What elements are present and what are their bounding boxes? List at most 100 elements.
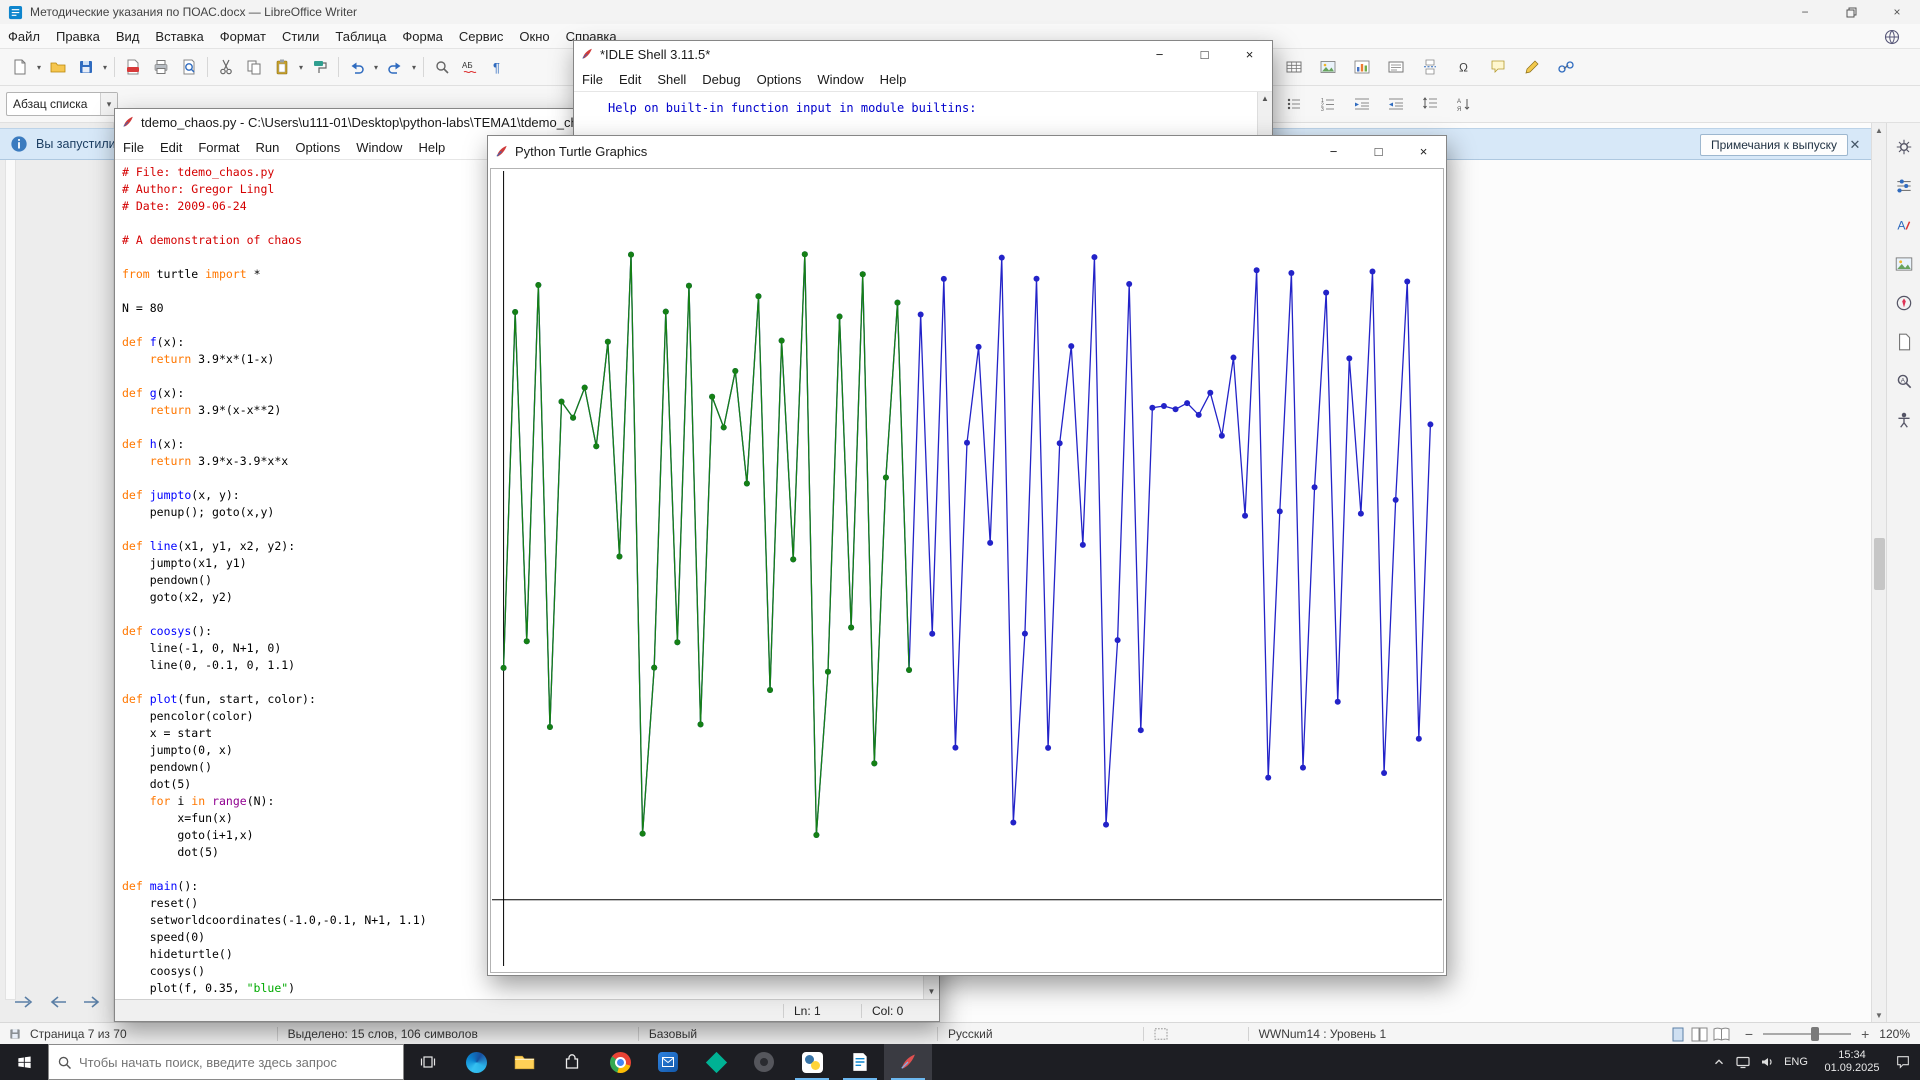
task-view-button[interactable]	[404, 1044, 452, 1080]
insert-comment-icon[interactable]	[1484, 54, 1512, 80]
editor-menu-help[interactable]: Help	[410, 140, 453, 155]
menu-table[interactable]: Таблица	[327, 29, 394, 44]
menu-edit[interactable]: Правка	[48, 29, 108, 44]
status-page-style[interactable]: Базовый	[649, 1027, 697, 1041]
shell-maximize-button[interactable]: □	[1182, 41, 1227, 67]
paste-dropdown[interactable]: ▾	[296, 63, 306, 72]
nav-next-icon[interactable]	[80, 992, 104, 1012]
zoom-slider-thumb[interactable]	[1811, 1026, 1820, 1041]
tray-clock[interactable]: 15:34 01.09.2025	[1821, 1049, 1883, 1075]
open-icon[interactable]	[44, 54, 72, 80]
track-changes-icon[interactable]	[1518, 54, 1546, 80]
insert-chart-icon[interactable]	[1348, 54, 1376, 80]
nav-previous-icon[interactable]	[46, 992, 70, 1012]
action-center-icon[interactable]	[1891, 1054, 1915, 1070]
chrome-icon[interactable]	[596, 1044, 644, 1080]
status-language[interactable]: Русский	[948, 1027, 993, 1041]
edge-icon[interactable]	[452, 1044, 500, 1080]
writer-minimize-button[interactable]: −	[1782, 0, 1828, 24]
page-break-icon[interactable]	[1416, 54, 1444, 80]
styles-icon[interactable]: A	[1892, 213, 1916, 237]
view-single-page-icon[interactable]	[1669, 1026, 1687, 1042]
menu-insert[interactable]: Вставка	[147, 29, 211, 44]
nav-jump-icon[interactable]	[12, 992, 36, 1012]
redo-icon[interactable]	[381, 54, 409, 80]
undo-dropdown[interactable]: ▾	[371, 63, 381, 72]
menu-file[interactable]: Файл	[0, 29, 48, 44]
insert-textbox-icon[interactable]	[1382, 54, 1410, 80]
gallery-icon[interactable]	[1892, 252, 1916, 276]
clone-formatting-icon[interactable]	[306, 54, 334, 80]
sort-icon[interactable]: АЯ	[1450, 91, 1478, 117]
save-icon[interactable]	[72, 54, 100, 80]
insert-symbol-icon[interactable]: Ω	[1450, 54, 1478, 80]
insert-table-icon[interactable]	[1280, 54, 1308, 80]
shell-minimize-button[interactable]: −	[1137, 41, 1182, 67]
writer-scrollbar-thumb[interactable]	[1874, 538, 1885, 590]
release-notes-button[interactable]: Примечания к выпуску	[1700, 134, 1848, 156]
menu-view[interactable]: Вид	[108, 29, 148, 44]
editor-menu-options[interactable]: Options	[287, 140, 348, 155]
idle-icon[interactable]	[788, 1044, 836, 1080]
turtle-maximize-button[interactable]: □	[1356, 136, 1401, 167]
copy-icon[interactable]	[240, 54, 268, 80]
editor-scroll-down-icon[interactable]: ▼	[924, 984, 939, 999]
shell-menu-debug[interactable]: Debug	[694, 72, 748, 87]
paragraph-style-combo[interactable]: Абзац списка ▾	[6, 92, 118, 116]
new-document-icon[interactable]	[6, 54, 34, 80]
formatting-marks-icon[interactable]: ¶	[484, 54, 512, 80]
print-icon[interactable]	[147, 54, 175, 80]
zoom-slider[interactable]	[1763, 1026, 1852, 1041]
globe-icon[interactable]	[1884, 29, 1900, 48]
editor-menu-run[interactable]: Run	[248, 140, 288, 155]
save-dropdown[interactable]: ▾	[100, 63, 110, 72]
scroll-down-icon[interactable]: ▼	[1872, 1008, 1886, 1022]
numbered-list-icon[interactable]: 123	[1314, 91, 1342, 117]
export-pdf-icon[interactable]	[119, 54, 147, 80]
writer-close-button[interactable]: ×	[1874, 0, 1920, 24]
shell-close-button[interactable]: ×	[1227, 41, 1272, 67]
turtle-titlebar[interactable]: Python Turtle Graphics − □ ×	[488, 136, 1446, 167]
start-button[interactable]	[0, 1044, 48, 1080]
menu-window[interactable]: Окно	[511, 29, 557, 44]
style-inspector-icon[interactable]: A	[1892, 369, 1916, 393]
turtle-minimize-button[interactable]: −	[1311, 136, 1356, 167]
increase-indent-icon[interactable]	[1348, 91, 1376, 117]
store-icon[interactable]	[548, 1044, 596, 1080]
line-spacing-icon[interactable]	[1416, 91, 1444, 117]
insert-image-icon[interactable]	[1314, 54, 1342, 80]
writer-taskbar-icon[interactable]	[836, 1044, 884, 1080]
volume-icon[interactable]	[1755, 1054, 1779, 1070]
writer-vertical-scrollbar[interactable]: ▲ ▼	[1871, 123, 1886, 1022]
bullet-list-icon[interactable]	[1280, 91, 1308, 117]
new-document-dropdown[interactable]: ▾	[34, 63, 44, 72]
status-page[interactable]: Страница 7 из 70	[30, 1027, 127, 1041]
find-replace-icon[interactable]	[428, 54, 456, 80]
zoom-out-icon[interactable]: −	[1745, 1026, 1753, 1042]
shell-titlebar[interactable]: *IDLE Shell 3.11.5* − □ ×	[574, 41, 1272, 67]
shell-scroll-up-icon[interactable]: ▲	[1258, 94, 1272, 103]
sidebar-settings-icon[interactable]	[1892, 135, 1916, 159]
navigator-icon[interactable]	[1892, 291, 1916, 315]
settings-app-icon[interactable]	[740, 1044, 788, 1080]
editor-menu-window[interactable]: Window	[348, 140, 410, 155]
shell-menu-shell[interactable]: Shell	[649, 72, 694, 87]
paste-icon[interactable]	[268, 54, 296, 80]
writer-restore-button[interactable]	[1828, 0, 1874, 24]
properties-icon[interactable]	[1892, 174, 1916, 198]
cut-icon[interactable]	[212, 54, 240, 80]
spelling-icon[interactable]: АБ	[456, 54, 484, 80]
shell-menu-help[interactable]: Help	[872, 72, 915, 87]
zoom-in-icon[interactable]: +	[1861, 1026, 1869, 1042]
file-explorer-icon[interactable]	[500, 1044, 548, 1080]
selection-mode-icon[interactable]	[1154, 1027, 1168, 1040]
menu-format[interactable]: Формат	[212, 29, 274, 44]
turtle-close-button[interactable]: ×	[1401, 136, 1446, 167]
mail-app-icon[interactable]	[644, 1044, 692, 1080]
view-multi-page-icon[interactable]	[1691, 1026, 1709, 1042]
shell-menu-window[interactable]: Window	[809, 72, 871, 87]
tray-chevron-icon[interactable]	[1707, 1055, 1731, 1069]
writer-titlebar[interactable]: Методические указания по ПОАС.docx — Lib…	[0, 0, 1920, 24]
print-preview-icon[interactable]	[175, 54, 203, 80]
status-zoom-level[interactable]: 120%	[1879, 1027, 1910, 1041]
